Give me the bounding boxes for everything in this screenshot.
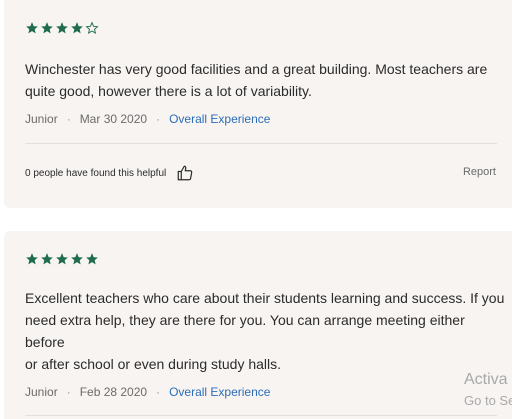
- star-filled-icon: [26, 253, 38, 265]
- separator-dot: ·: [156, 112, 161, 126]
- reviewer-role: Junior: [25, 385, 58, 399]
- review-meta: Junior · Mar 30 2020 · Overall Experienc…: [25, 112, 270, 126]
- star-filled-icon: [86, 253, 98, 265]
- thumbs-up-icon[interactable]: [176, 164, 194, 182]
- separator-dot: ·: [156, 385, 161, 399]
- review-text: Winchester has very good facilities and …: [25, 58, 495, 102]
- divider: [25, 143, 497, 144]
- review-text-line: Excellent teachers who care about their …: [25, 290, 505, 306]
- star-filled-icon: [56, 253, 68, 265]
- report-link[interactable]: Report: [463, 166, 496, 178]
- star-filled-icon: [56, 22, 68, 34]
- review-text-line: before: [25, 334, 65, 350]
- review-text-line: quite good, however there is a lot of va…: [25, 83, 312, 99]
- review-meta: Junior · Feb 28 2020 · Overall Experienc…: [25, 385, 270, 399]
- review-card: Excellent teachers who care about their …: [4, 231, 512, 419]
- review-text-line: Winchester has very good facilities and …: [25, 61, 488, 77]
- review-category-link[interactable]: Overall Experience: [169, 385, 270, 399]
- reviews-page: Winchester has very good facilities and …: [0, 0, 512, 419]
- star-filled-icon: [41, 22, 53, 34]
- divider: [25, 415, 497, 416]
- activation-watermark: Activa Go to Se: [464, 371, 512, 408]
- star-filled-icon: [26, 22, 38, 34]
- separator-dot: ·: [66, 385, 71, 399]
- reviewer-role: Junior: [25, 112, 58, 126]
- star-empty-icon: [85, 21, 99, 35]
- star-filled-icon: [71, 22, 83, 34]
- helpful-section: 0 people have found this helpful: [25, 164, 194, 182]
- review-date: Mar 30 2020: [79, 112, 148, 126]
- review-category-link[interactable]: Overall Experience: [169, 112, 270, 126]
- helpful-count-text: 0 people have found this helpful: [25, 167, 167, 179]
- watermark-line: Activa: [464, 371, 508, 388]
- review-date: Feb 28 2020: [79, 385, 148, 399]
- star-filled-icon: [71, 253, 83, 265]
- star-rating: [25, 21, 99, 35]
- star-rating: [25, 252, 99, 266]
- review-text-line: or after school or even during study hal…: [25, 356, 282, 372]
- watermark-line: Go to Se: [464, 393, 512, 408]
- review-text: Excellent teachers who care about their …: [25, 287, 505, 375]
- separator-dot: ·: [66, 112, 71, 126]
- review-card: Winchester has very good facilities and …: [4, 0, 512, 208]
- star-filled-icon: [41, 253, 53, 265]
- review-text-line: need extra help, they are there for you.…: [25, 312, 465, 328]
